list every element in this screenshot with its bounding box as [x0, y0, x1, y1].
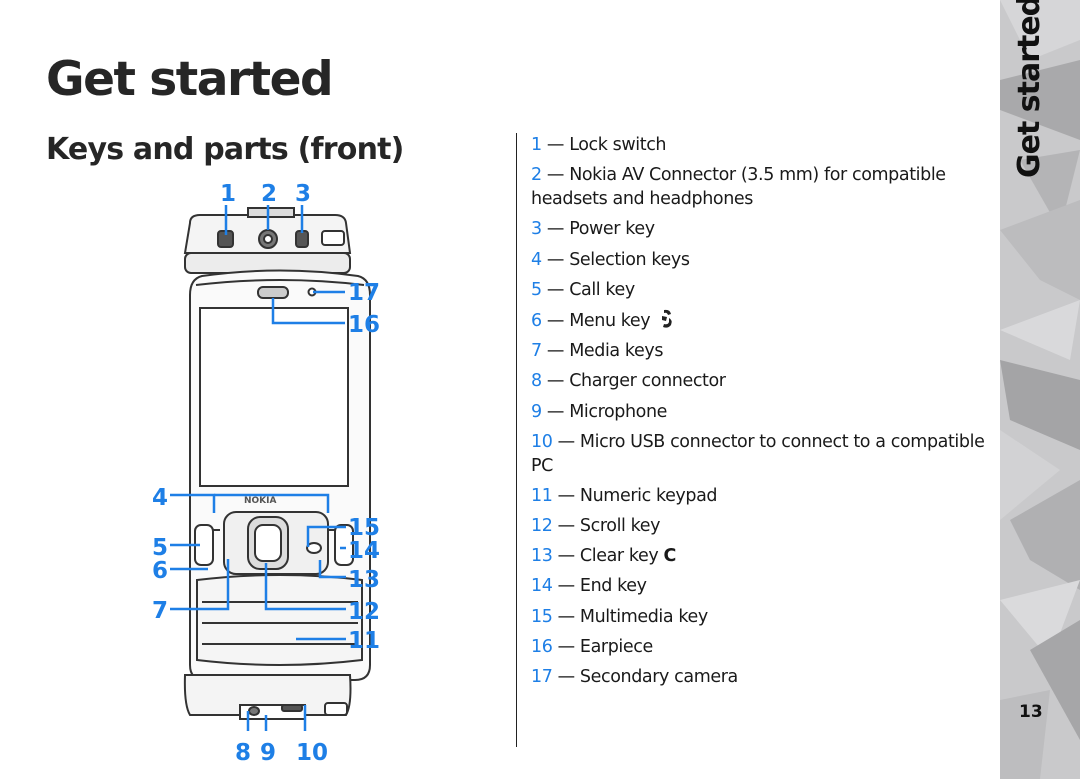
- list-item: 15 — Multimedia key: [531, 606, 708, 627]
- nokia-logo: NOKIA: [244, 496, 277, 506]
- list-item: 5 — Call key: [531, 279, 635, 300]
- parts-list: 1 — Lock switch 2 — Nokia AV Connector (…: [531, 133, 991, 695]
- list-item: 7 — Media keys: [531, 341, 664, 362]
- callout-3: 3: [295, 181, 311, 207]
- column-divider: [516, 133, 517, 747]
- list-item: 2 — Nokia AV Connector (3.5 mm) for comp…: [531, 165, 946, 210]
- callout-1: 1: [220, 181, 236, 207]
- page-number: 13: [1019, 702, 1043, 722]
- list-item: 16 — Earpiece: [531, 636, 653, 657]
- callout-16: 16: [348, 312, 380, 338]
- callout-14: 14: [348, 538, 380, 564]
- callout-2: 2: [261, 181, 277, 207]
- list-item: 6 — Menu key: [531, 308, 991, 333]
- callout-4: 4: [152, 485, 168, 511]
- list-item: 4 — Selection keys: [531, 249, 690, 270]
- list-item: 9 — Microphone: [531, 401, 668, 422]
- callout-8: 8: [235, 740, 251, 765]
- list-item: 10 — Micro USB connector to connect to a…: [531, 431, 985, 476]
- callout-13: 13: [348, 567, 380, 593]
- side-tab-label: Get started: [1012, 0, 1047, 178]
- list-item: 13 — Clear key C: [531, 546, 676, 567]
- callout-7: 7: [152, 598, 168, 624]
- phone-front-illustration: NOKIA 1 2 3 4 5 6 7 8 9 10 11 12 13 14 1…: [152, 181, 380, 765]
- list-item: 3 — Power key: [531, 219, 655, 240]
- callout-10: 10: [296, 740, 328, 765]
- page-title: Get started: [46, 52, 334, 107]
- list-item: 17 — Secondary camera: [531, 667, 738, 687]
- list-item: 1 — Lock switch: [531, 135, 667, 155]
- callout-17: 17: [348, 280, 380, 306]
- callout-11: 11: [348, 628, 380, 654]
- clear-key-glyph: C: [663, 546, 676, 567]
- list-item: 8 — Charger connector: [531, 371, 726, 392]
- section-title: Keys and parts (front): [46, 132, 404, 167]
- menu-key-icon: [662, 309, 673, 328]
- list-item: 12 — Scroll key: [531, 516, 661, 537]
- callout-9: 9: [260, 740, 276, 765]
- callout-15: 15: [348, 515, 380, 541]
- callout-6: 6: [152, 558, 168, 584]
- callout-12: 12: [348, 599, 380, 625]
- list-item: 14 — End key: [531, 576, 647, 597]
- list-item: 11 — Numeric keypad: [531, 485, 718, 506]
